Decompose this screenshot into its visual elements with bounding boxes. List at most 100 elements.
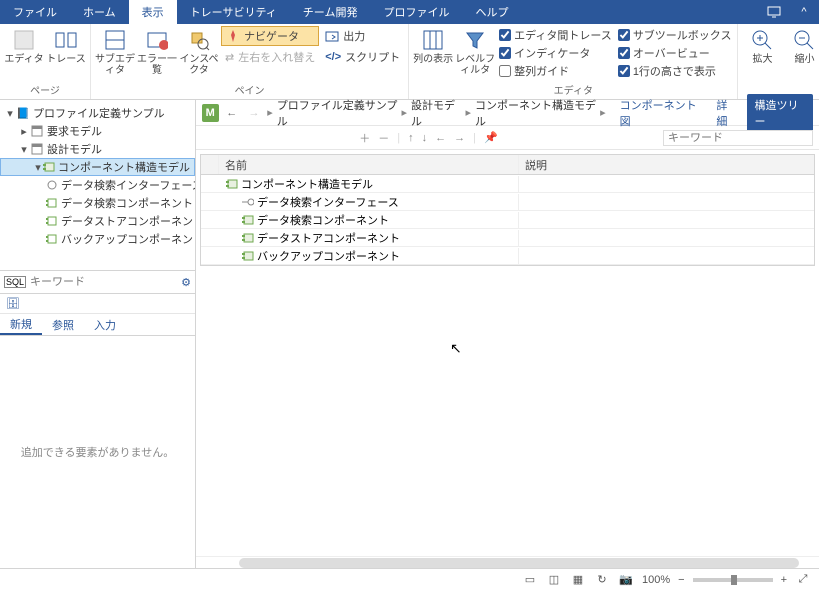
menu-bar: ファイル ホーム 表示 トレーサビリティ チーム開発 プロファイル ヘルプ ^ bbox=[0, 0, 819, 24]
trace-button[interactable]: トレース bbox=[46, 26, 86, 65]
up-icon[interactable]: ↑ bbox=[408, 132, 414, 144]
right-panel: M ← → ▸ プロファイル定義サンプル▸ 設計モデル▸ コンポーネント構造モデ… bbox=[196, 100, 819, 568]
left-icon[interactable]: ← bbox=[435, 132, 446, 144]
h-scrollbar[interactable] bbox=[239, 558, 799, 568]
ribbon-group-zoom: 拡大 縮小 100% ⤢ウィンドウサイズに合わせる ズーム bbox=[738, 24, 819, 99]
swap-button[interactable]: ⇄左右を入れ替え bbox=[221, 47, 319, 67]
menu-tab-home[interactable]: ホーム bbox=[70, 0, 129, 24]
breadcrumb-bar: M ← → ▸ プロファイル定義サンプル▸ 設計モデル▸ コンポーネント構造モデ… bbox=[196, 100, 819, 126]
link-compdiag[interactable]: コンポーネント図 bbox=[614, 97, 707, 129]
secondary-toolbar: ＋ － | ↑ ↓ ← → | 📌 bbox=[196, 126, 819, 150]
left-search-input[interactable] bbox=[30, 276, 177, 288]
sql-icon: SQL bbox=[4, 276, 26, 288]
errors-button[interactable]: エラー一覧 bbox=[137, 26, 177, 76]
tree-req[interactable]: ▸要求モデル bbox=[0, 122, 195, 140]
filter-input[interactable] bbox=[663, 130, 813, 146]
expand-icon[interactable]: ⤢ bbox=[795, 573, 811, 586]
refresh-icon[interactable]: ↻ bbox=[594, 573, 610, 586]
right-icon[interactable]: → bbox=[454, 132, 465, 144]
columns-button[interactable]: 列の表示 bbox=[413, 26, 453, 65]
cell-name: バックアップコンポーネント bbox=[257, 248, 400, 264]
navigator-button[interactable]: ナビゲータ bbox=[221, 26, 319, 46]
subeditor-button[interactable]: サブエディタ bbox=[95, 26, 135, 76]
cell-name: データストアコンポーネント bbox=[257, 230, 400, 246]
zoomout-status-icon[interactable]: − bbox=[678, 574, 684, 586]
grid-row[interactable]: コンポーネント構造モデル bbox=[201, 175, 814, 193]
ribbon-group-page: エディタ トレース ページ bbox=[0, 24, 91, 99]
col-name[interactable]: 名前 bbox=[219, 155, 519, 174]
nav-back-icon[interactable]: ← bbox=[223, 107, 241, 119]
crumb-2[interactable]: コンポーネント構造モデル bbox=[475, 97, 596, 129]
indicator-check[interactable]: インディケータ bbox=[497, 44, 614, 62]
component-icon bbox=[226, 178, 238, 190]
zoomin-status-icon[interactable]: + bbox=[781, 574, 787, 586]
zoomin-button[interactable]: 拡大 bbox=[742, 26, 782, 65]
zoomout-button[interactable]: 縮小 bbox=[784, 26, 819, 65]
menu-tab-view[interactable]: 表示 bbox=[129, 0, 177, 24]
grid: 名前 説明 コンポーネント構造モデルデータ検索インターフェースデータ検索コンポー… bbox=[200, 154, 815, 266]
subtool-check[interactable]: サブツールボックス bbox=[616, 26, 734, 44]
window-monitor-icon[interactable] bbox=[759, 0, 789, 24]
tree: ▾📘プロファイル定義サンプル ▸要求モデル ▾設計モデル ▾コンポーネント構造モ… bbox=[0, 100, 195, 270]
window-collapse-icon[interactable]: ^ bbox=[789, 0, 819, 24]
pin-icon[interactable]: 📌 bbox=[484, 131, 498, 144]
left-bottom-tabs: 新規 参照 入力 bbox=[0, 314, 195, 336]
tree-design[interactable]: ▾設計モデル bbox=[0, 140, 195, 158]
link-detail[interactable]: 詳細 bbox=[710, 97, 742, 129]
zoom-value: 100% bbox=[642, 574, 670, 586]
ribbon-group-pane-label: ペイン bbox=[95, 82, 404, 97]
rowheight-check[interactable]: 1行の高さで表示 bbox=[616, 62, 734, 80]
tree-root[interactable]: ▾📘プロファイル定義サンプル bbox=[0, 104, 195, 122]
tab-input[interactable]: 入力 bbox=[84, 314, 126, 335]
script-button[interactable]: </>スクリプト bbox=[321, 47, 404, 67]
ribbon: エディタ トレース ページ サブエディタ エラー一覧 インスペクタ ナビゲータ … bbox=[0, 24, 819, 100]
col-desc[interactable]: 説明 bbox=[519, 155, 814, 174]
cell-name: コンポーネント構造モデル bbox=[241, 176, 373, 192]
view-split-v-icon[interactable]: ◫ bbox=[546, 573, 562, 586]
component-s-icon bbox=[242, 232, 254, 244]
inspector-button[interactable]: インスペクタ bbox=[179, 26, 219, 76]
grid-row[interactable]: バックアップコンポーネント bbox=[201, 247, 814, 265]
cell-name: データ検索コンポーネント bbox=[257, 212, 389, 228]
grid-row[interactable]: データ検索コンポーネント bbox=[201, 211, 814, 229]
tree-child-2[interactable]: データストアコンポーネント bbox=[0, 212, 195, 230]
filter-icon[interactable]: ⚙ bbox=[181, 276, 191, 289]
tree-comp[interactable]: ▾コンポーネント構造モデル bbox=[0, 158, 195, 176]
tree-child-3[interactable]: バックアップコンポーネント bbox=[0, 230, 195, 248]
add-icon[interactable]: ＋ bbox=[359, 130, 370, 146]
tab-ref[interactable]: 参照 bbox=[42, 314, 84, 335]
menu-tab-file[interactable]: ファイル bbox=[0, 0, 70, 24]
menu-tab-traceability[interactable]: トレーサビリティ bbox=[177, 0, 290, 24]
db-icon: 🗄 bbox=[6, 297, 20, 310]
empty-message: 追加できる要素がありません。 bbox=[0, 336, 195, 568]
ribbon-group-editor-label: エディタ bbox=[413, 82, 733, 97]
editortrace-check[interactable]: エディタ間トレース bbox=[497, 26, 614, 44]
model-chip: M bbox=[202, 104, 219, 122]
overview-check[interactable]: オーバービュー bbox=[616, 44, 734, 62]
output-button[interactable]: 出力 bbox=[321, 26, 404, 46]
menu-tab-profile[interactable]: プロファイル bbox=[370, 0, 462, 24]
nav-fwd-icon[interactable]: → bbox=[245, 107, 263, 119]
status-bar: ▭ ◫ ▦ ↻ 📷 100% − + ⤢ bbox=[0, 568, 819, 590]
tab-new[interactable]: 新規 bbox=[0, 314, 42, 335]
menu-tab-help[interactable]: ヘルプ bbox=[462, 0, 521, 24]
view-split-h-icon[interactable]: ▭ bbox=[522, 573, 538, 586]
down-icon[interactable]: ↓ bbox=[422, 132, 428, 144]
left-panel: ▾📘プロファイル定義サンプル ▸要求モデル ▾設計モデル ▾コンポーネント構造モ… bbox=[0, 100, 196, 568]
tree-child-0[interactable]: データ検索インターフェース bbox=[0, 176, 195, 194]
remove-icon[interactable]: － bbox=[378, 130, 389, 146]
zoom-slider[interactable] bbox=[693, 578, 773, 582]
menu-tab-team[interactable]: チーム開発 bbox=[290, 0, 371, 24]
editor-button[interactable]: エディタ bbox=[4, 26, 44, 65]
left-search-bar: SQL ⚙ bbox=[0, 270, 195, 294]
levelfilter-button[interactable]: レベルフィルタ bbox=[455, 26, 495, 76]
grid-row[interactable]: データ検索インターフェース bbox=[201, 193, 814, 211]
component-s-icon bbox=[242, 250, 254, 262]
camera-icon[interactable]: 📷 bbox=[618, 573, 634, 586]
view-grid-icon[interactable]: ▦ bbox=[570, 573, 586, 586]
crumb-0[interactable]: プロファイル定義サンプル bbox=[277, 97, 398, 129]
tree-child-1[interactable]: データ検索コンポーネント bbox=[0, 194, 195, 212]
grid-row[interactable]: データストアコンポーネント bbox=[201, 229, 814, 247]
crumb-1[interactable]: 設計モデル bbox=[411, 97, 461, 129]
alignguide-check[interactable]: 整列ガイド bbox=[497, 62, 614, 80]
